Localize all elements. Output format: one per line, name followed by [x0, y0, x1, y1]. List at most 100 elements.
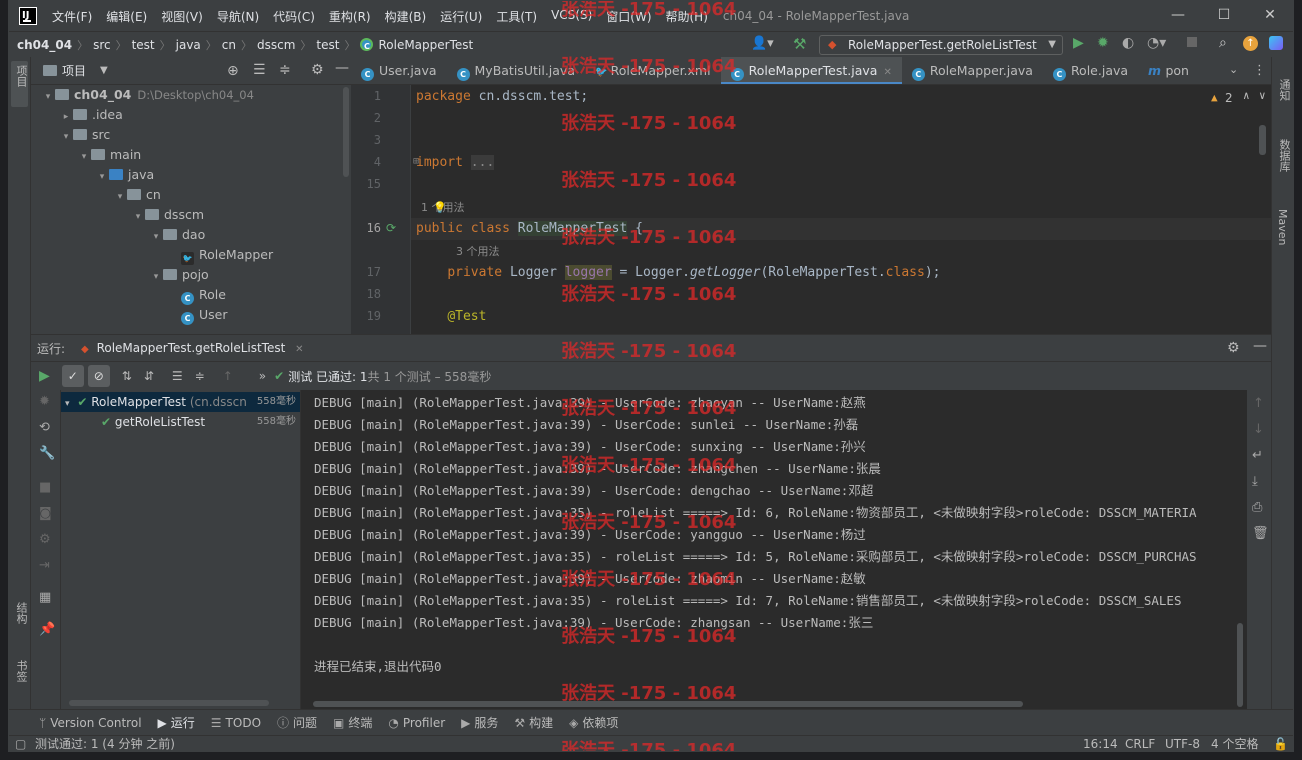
history-icon[interactable]: ⟲ — [39, 420, 50, 435]
chevron-up-icon[interactable]: ∧ — [1243, 89, 1250, 102]
pin-icon[interactable]: 📌 — [39, 622, 55, 637]
minimize-button[interactable]: — — [1155, 1, 1201, 31]
usage-hint[interactable]: 3 个用法 — [456, 243, 500, 259]
notifications-tool-label[interactable]: 通知 — [1276, 79, 1292, 101]
bulb-icon[interactable]: 💡 — [433, 201, 447, 214]
breadcrumb-item[interactable]: test — [316, 38, 339, 52]
gear-icon[interactable]: ⚙ — [39, 532, 51, 547]
editor-tab[interactable]: C RoleMapper.java — [902, 57, 1043, 84]
menu-item[interactable]: 帮助(H) — [659, 8, 715, 25]
chevron-down-icon[interactable]: ▾ — [41, 87, 55, 107]
chevron-down-icon[interactable]: ∨ — [1259, 89, 1266, 102]
menu-item[interactable]: 工具(T) — [489, 8, 544, 25]
chevron-down-icon[interactable]: ▾ — [131, 207, 145, 227]
chevron-down-icon[interactable]: ▼ — [100, 65, 108, 76]
run-icon[interactable]: ▶ — [1073, 35, 1084, 51]
menu-item[interactable]: 窗口(W) — [599, 8, 658, 25]
debug-icon[interactable]: ✹ — [39, 394, 50, 409]
run-tab[interactable]: ◆ RoleMapperTest.getRoleListTest ✕ — [81, 341, 303, 355]
tool-build[interactable]: ⚒ 构建 — [514, 714, 553, 731]
tree-item[interactable]: ▾ cn — [31, 185, 351, 205]
tree-item[interactable]: ▾ ch04_04 D:\Desktop\ch04_04 — [31, 85, 351, 105]
close-icon[interactable]: ✕ — [883, 67, 891, 78]
editor-tab[interactable]: C User.java — [351, 57, 447, 84]
run-config-select[interactable]: ◆ RoleMapperTest.getRoleListTest ▼ — [819, 35, 1063, 55]
maximize-button[interactable]: ☐ — [1201, 1, 1247, 31]
breadcrumb-item[interactable]: cn — [222, 38, 236, 52]
project-tool-button[interactable]: 项目 — [11, 61, 28, 107]
collapse-all-icon[interactable]: ≑ — [195, 369, 205, 383]
code-editor[interactable]: 1 2 3 4 15 16 17 18 19 ⟳ ⊞ package cn.ds… — [351, 85, 1271, 334]
minimize-panel-icon[interactable]: — — [335, 60, 349, 76]
chevron-down-icon[interactable]: ▾ — [113, 187, 127, 207]
build-hammer-icon[interactable]: ⚒ — [793, 35, 806, 53]
gear-icon[interactable]: ⚙ — [1227, 340, 1240, 356]
tree-item[interactable]: C User — [31, 305, 351, 325]
tree-scrollbar[interactable] — [69, 700, 269, 706]
wrench-icon[interactable]: 🔧 — [39, 446, 55, 461]
more-icon[interactable]: ⋮ — [1253, 63, 1266, 78]
tool-todo[interactable]: ☰ TODO — [211, 716, 261, 730]
breadcrumb-item[interactable]: src — [93, 38, 111, 52]
soft-wrap-icon[interactable]: ↵ — [1252, 448, 1263, 463]
tree-item[interactable]: ▾ main — [31, 145, 351, 165]
structure-tool-label[interactable]: 结构 — [13, 602, 29, 624]
tree-item[interactable]: ▾ pojo — [31, 265, 351, 285]
stop-icon[interactable]: ■ — [39, 480, 51, 495]
tree-item[interactable]: 🐦 RoleMapper — [31, 245, 351, 265]
menu-item[interactable]: 视图(V) — [154, 8, 210, 25]
user-icon[interactable]: 👤▾ — [751, 36, 774, 51]
editor-tab[interactable]: C RoleMapperTest.java ✕ — [720, 57, 902, 84]
breadcrumb-item[interactable]: java — [176, 38, 201, 52]
tree-item[interactable]: ▾ java — [31, 165, 351, 185]
coverage-icon[interactable]: ◐ — [1122, 35, 1134, 51]
update-icon[interactable]: ↑ — [1243, 36, 1258, 51]
test-row[interactable]: ▾ ✔ RoleMapperTest (cn.dsscn 558毫秒 — [61, 392, 300, 412]
prev-failed-icon[interactable]: ↑ — [223, 369, 233, 383]
menu-item[interactable]: 代码(C) — [266, 8, 322, 25]
layout-icon[interactable]: ▦ — [39, 590, 51, 605]
console-scrollbar[interactable] — [313, 701, 1023, 707]
tree-item[interactable]: ▾ dsscm — [31, 205, 351, 225]
profile-icon[interactable]: ◔▾ — [1147, 35, 1166, 51]
more-icon[interactable]: » — [259, 369, 266, 383]
chevron-down-icon[interactable]: ▾ — [95, 167, 109, 187]
tool-terminal[interactable]: ▣ 终端 — [333, 714, 372, 731]
tool-profiler[interactable]: ◔ Profiler — [388, 716, 445, 730]
editor-tab[interactable]: 🐦 RoleMapper.xml — [585, 57, 721, 84]
tree-item[interactable]: C Role — [31, 285, 351, 305]
breadcrumb-item[interactable]: dsscm — [257, 38, 295, 52]
close-button[interactable]: ✕ — [1247, 1, 1293, 31]
locate-icon[interactable]: ⊕ — [227, 63, 239, 79]
breadcrumb-item[interactable]: test — [132, 38, 155, 52]
editor-tab[interactable]: C MyBatisUtil.java — [447, 57, 585, 84]
bookmarks-tool-label[interactable]: 书签 — [13, 660, 29, 682]
rerun-icon[interactable]: ▶ — [39, 368, 50, 384]
run-gutter-icon[interactable]: ⟳ — [386, 221, 396, 235]
status-message[interactable]: 测试通过: 1 (4 分钟 之前) — [35, 736, 175, 751]
close-icon[interactable]: ✕ — [295, 344, 303, 355]
chevron-down-icon[interactable]: ▾ — [149, 227, 163, 247]
maven-tool-label[interactable]: Maven — [1276, 209, 1289, 245]
tree-item[interactable]: ▾ dao — [31, 225, 351, 245]
menu-item[interactable]: 导航(N) — [210, 8, 266, 25]
project-panel-title[interactable]: 项目 — [62, 62, 86, 79]
tool-dependencies[interactable]: ◈ 依赖项 — [569, 714, 618, 731]
chevron-right-icon[interactable]: ▸ — [59, 107, 73, 127]
layout-icon[interactable]: ▢ — [15, 736, 26, 751]
expand-all-icon[interactable]: ☰ — [253, 62, 266, 78]
tree-item[interactable]: ▾ src — [31, 125, 351, 145]
console-output[interactable]: DEBUG [main] (RoleMapperTest.java:39) - … — [301, 390, 1247, 709]
breadcrumb-item[interactable]: RoleMapperTest — [378, 38, 473, 52]
search-icon[interactable]: ⌕ — [1219, 35, 1227, 51]
menu-item[interactable]: 运行(U) — [433, 8, 489, 25]
tree-scrollbar[interactable] — [343, 87, 349, 177]
menu-item[interactable]: 重构(R) — [322, 8, 378, 25]
chevron-down-icon[interactable]: ▾ — [149, 267, 163, 287]
sort-alpha-icon[interactable]: ⇅ — [122, 369, 132, 383]
stop-icon[interactable] — [1187, 37, 1197, 47]
chevron-down-icon[interactable]: ▾ — [59, 127, 73, 147]
editor-scrollbar[interactable] — [1259, 125, 1266, 155]
show-passed-toggle[interactable]: ✓ — [61, 365, 84, 387]
gear-icon[interactable]: ⚙ — [311, 62, 324, 78]
